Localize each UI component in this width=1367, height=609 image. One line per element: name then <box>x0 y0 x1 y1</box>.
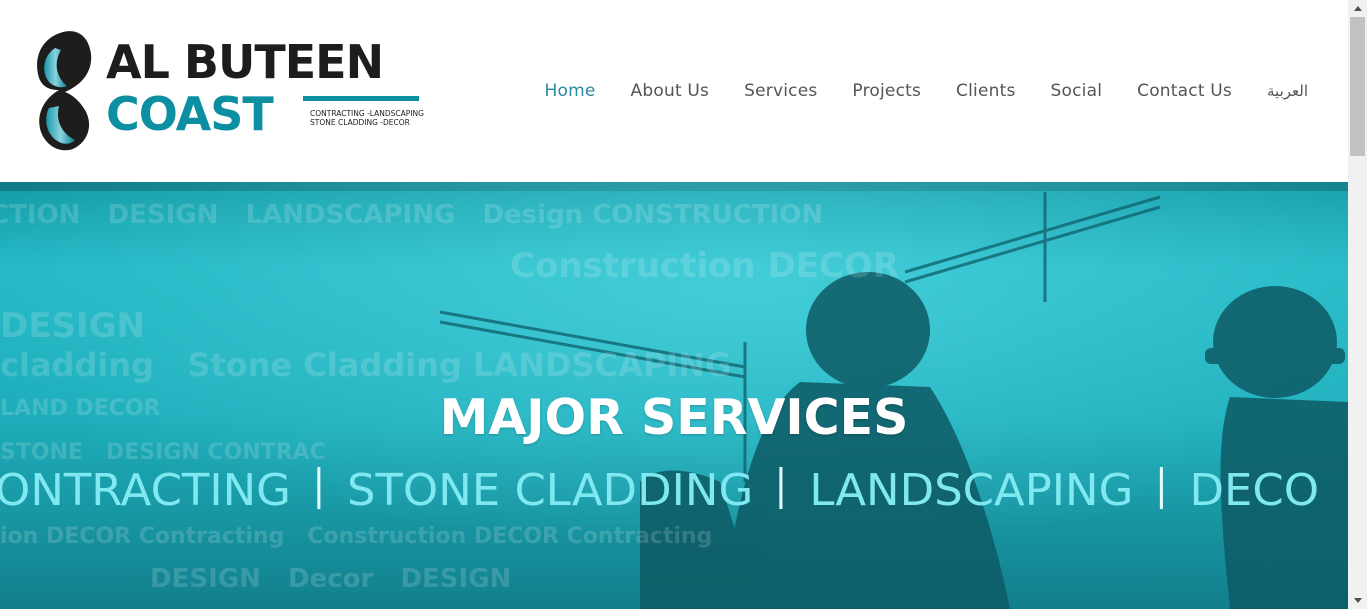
nav-item-home[interactable]: Home <box>545 81 596 101</box>
hero-banner: CTION DESIGN LANDSCAPING Design CONSTRUC… <box>0 182 1348 609</box>
logo-tagline-2: STONE CLADDING -DECOR <box>310 118 410 127</box>
hero-separator <box>317 467 321 509</box>
hero-service-contracting: ONTRACTING <box>0 465 291 516</box>
nav-item-about-us[interactable]: About Us <box>631 81 710 101</box>
nav-item-arabic[interactable]: العربية <box>1267 82 1308 100</box>
nav-item-social[interactable]: Social <box>1051 81 1103 101</box>
nav-item-contact-us[interactable]: Contact Us <box>1137 81 1232 101</box>
hero-services-line: ONTRACTING STONE CLADDING LANDSCAPING DECO <box>0 465 1319 516</box>
hero-title: MAJOR SERVICES <box>439 389 909 446</box>
nav-item-projects[interactable]: Projects <box>852 81 921 101</box>
hero-separator <box>779 467 783 509</box>
page-scrollbar[interactable] <box>1348 0 1367 609</box>
logo-text-line1: AL BUTEEN <box>106 35 384 89</box>
bg-watermark-text: DESIGN <box>0 306 145 346</box>
triangle-down-icon[interactable] <box>1348 592 1367 609</box>
logo-divider-bar <box>303 96 419 101</box>
triangle-up-icon[interactable] <box>1348 0 1367 17</box>
hero-service-stone-cladding: STONE CLADDING <box>347 465 754 516</box>
hero-service-decor: DECO <box>1189 465 1320 516</box>
hero-separator <box>1159 467 1163 509</box>
logo-text-line2: COAST <box>106 87 274 141</box>
page: AL BUTEEN COAST CONTRACTING -LANDSCAPING… <box>0 0 1348 609</box>
bg-watermark-text: ion DECOR Contracting Construction DECOR… <box>0 524 713 549</box>
logo-tagline: CONTRACTING -LANDSCAPING STONE CLADDING … <box>310 109 424 127</box>
nav-item-clients[interactable]: Clients <box>956 81 1015 101</box>
bg-watermark-text: cladding Stone Cladding LANDSCAPING <box>0 346 732 384</box>
scrollbar-thumb[interactable] <box>1350 17 1365 156</box>
logo-b-mark-icon <box>37 31 92 151</box>
site-header: AL BUTEEN COAST CONTRACTING -LANDSCAPING… <box>0 0 1348 182</box>
bg-watermark-text: DESIGN Decor DESIGN <box>150 564 512 594</box>
nav-item-services[interactable]: Services <box>744 81 817 101</box>
main-nav: Home About Us Services Projects Clients … <box>510 79 1308 103</box>
logo-tagline-1: CONTRACTING -LANDSCAPING <box>310 109 424 118</box>
site-logo[interactable]: AL BUTEEN COAST CONTRACTING -LANDSCAPING… <box>33 28 425 156</box>
bg-watermark-text: CTION DESIGN LANDSCAPING Design CONSTRUC… <box>0 200 824 230</box>
bg-watermark-text: Construction DECOR <box>510 246 899 286</box>
hero-service-landscaping: LANDSCAPING <box>809 465 1134 516</box>
